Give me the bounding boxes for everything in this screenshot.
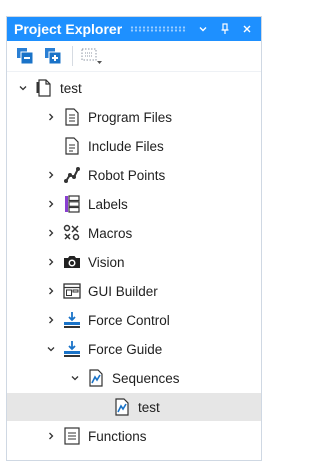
chevron-right-icon[interactable]	[45, 198, 57, 210]
sequence-file-icon	[113, 398, 131, 416]
tree-item-include-files[interactable]: Include Files	[7, 132, 261, 160]
gui-builder-icon	[63, 282, 81, 300]
chevron-right-icon[interactable]	[45, 256, 57, 268]
tree-item-program-files[interactable]: Program Files	[7, 103, 261, 131]
force-guide-icon	[63, 340, 81, 358]
program-files-icon	[63, 108, 81, 126]
dropdown-icon[interactable]	[195, 21, 211, 37]
tree-item-label: Vision	[88, 254, 125, 270]
robot-points-icon	[63, 166, 81, 184]
close-icon[interactable]	[239, 21, 255, 37]
title-bar-grip[interactable]	[130, 26, 187, 32]
tree-item-label: Functions	[88, 428, 147, 444]
pin-icon[interactable]	[217, 21, 233, 37]
new-item-icon[interactable]	[41, 44, 65, 68]
tree-item-force-control[interactable]: Force Control	[7, 306, 261, 334]
tree-root-test[interactable]: test	[7, 74, 261, 102]
labels-icon	[63, 195, 81, 213]
tree-item-test-sequence[interactable]: test	[7, 393, 261, 421]
tree-item-label: GUI Builder	[88, 283, 158, 299]
chevron-right-icon[interactable]	[45, 430, 57, 442]
collapse-all-icon[interactable]	[13, 44, 37, 68]
tree-item-label: Program Files	[88, 109, 173, 125]
tree-item-labels[interactable]: Labels	[7, 190, 261, 218]
tree-item-label: test	[60, 80, 82, 96]
project-icon	[35, 79, 53, 97]
functions-icon	[63, 427, 81, 445]
tree-item-functions[interactable]: Functions	[7, 422, 261, 450]
tree-item-label: Include Files	[88, 138, 164, 154]
tree-item-label: Force Control	[88, 312, 170, 328]
explorer-toolbar	[7, 41, 261, 72]
toolbar-separator	[72, 46, 73, 66]
tree-item-label: Force Guide	[88, 341, 163, 357]
tree-item-label: Sequences	[112, 370, 180, 386]
tree-item-robot-points[interactable]: Robot Points	[7, 161, 261, 189]
tree-item-label: test	[138, 399, 160, 415]
tree-item-force-guide[interactable]: Force Guide	[7, 335, 261, 363]
tree-item-macros[interactable]: Macros	[7, 219, 261, 247]
chevron-right-icon[interactable]	[45, 169, 57, 181]
tree-item-gui-builder[interactable]: GUI Builder	[7, 277, 261, 305]
project-explorer-panel: Project Explorer test Program Files Incl…	[6, 16, 262, 461]
chevron-right-icon[interactable]	[45, 227, 57, 239]
chevron-right-icon[interactable]	[45, 111, 57, 123]
camera-icon	[63, 253, 81, 271]
chevron-right-icon[interactable]	[45, 285, 57, 297]
chevron-right-icon[interactable]	[45, 314, 57, 326]
chevron-down-icon[interactable]	[17, 82, 29, 94]
view-options-icon[interactable]	[80, 44, 104, 68]
tree-item-label: Labels	[88, 196, 128, 212]
tree-item-label: Robot Points	[88, 167, 166, 183]
tree-item-sequences[interactable]: Sequences	[7, 364, 261, 392]
chevron-down-icon[interactable]	[45, 343, 57, 355]
panel-title: Project Explorer	[14, 21, 123, 37]
macros-icon	[63, 224, 81, 242]
panel-title-bar[interactable]: Project Explorer	[7, 17, 261, 41]
include-files-icon	[63, 137, 81, 155]
tree-item-vision[interactable]: Vision	[7, 248, 261, 276]
force-control-icon	[63, 311, 81, 329]
tree-item-label: Macros	[88, 225, 133, 241]
sequences-icon	[87, 369, 105, 387]
chevron-down-icon[interactable]	[69, 372, 81, 384]
